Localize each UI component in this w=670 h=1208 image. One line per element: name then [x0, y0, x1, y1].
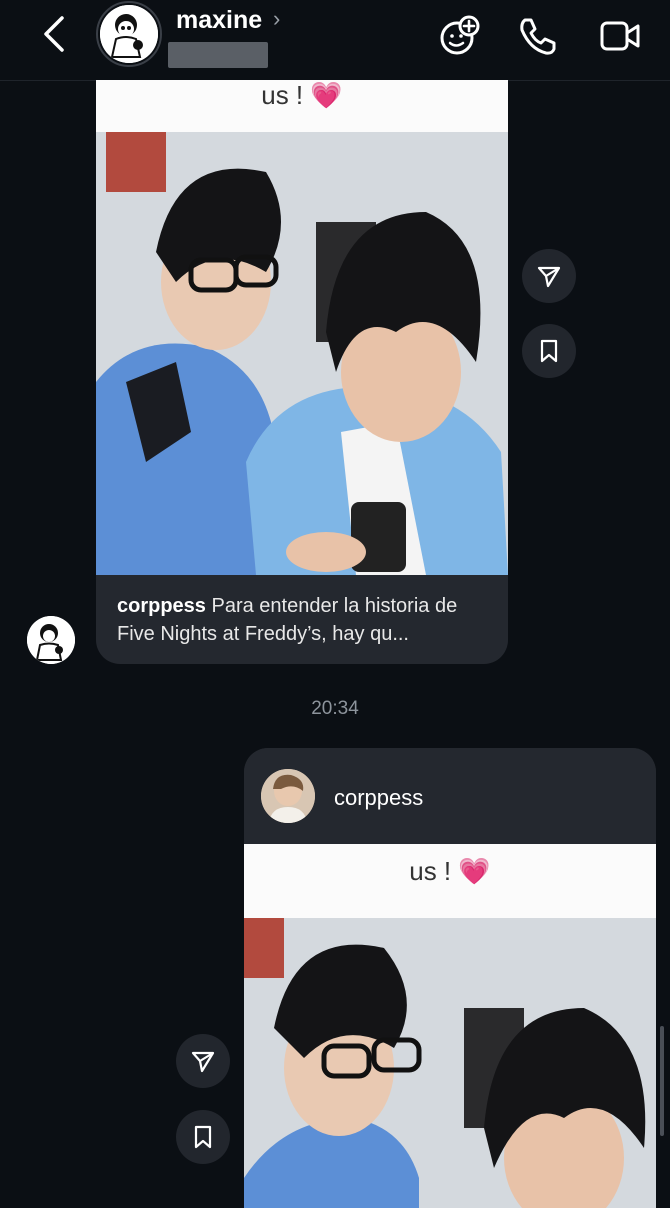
- post-image-caption: us ! 💗: [261, 80, 343, 110]
- video-call-button[interactable]: [598, 14, 642, 58]
- post-author[interactable]: corppess: [117, 595, 206, 617]
- voice-call-button[interactable]: [516, 14, 560, 58]
- chat-header: maxine ›: [0, 0, 670, 81]
- bookmark-icon: [194, 1125, 212, 1149]
- post-author[interactable]: corppess: [334, 785, 423, 811]
- post-header: corppess: [244, 748, 656, 844]
- bookmark-icon: [540, 339, 558, 363]
- contact-avatar[interactable]: [96, 1, 162, 67]
- effects-button[interactable]: [437, 14, 481, 58]
- back-button[interactable]: [38, 14, 72, 54]
- save-button[interactable]: [522, 324, 576, 378]
- save-button[interactable]: [176, 1110, 230, 1164]
- send-icon: [537, 266, 561, 288]
- video-camera-icon: [600, 21, 640, 51]
- post-image-caption: us ! 💗: [409, 856, 491, 886]
- shared-post-message[interactable]: us ! 💗 corppess Para entender la histori…: [96, 80, 508, 664]
- send-icon: [191, 1051, 215, 1073]
- share-button[interactable]: [522, 249, 576, 303]
- scrollbar[interactable]: [660, 1026, 664, 1136]
- phone-icon: [520, 18, 556, 55]
- author-avatar[interactable]: [261, 769, 315, 823]
- sender-avatar[interactable]: [27, 616, 75, 664]
- face-add-icon: [440, 15, 480, 55]
- post-caption-strip: us ! 💗: [96, 80, 508, 132]
- cartoon-avatar-image: [100, 5, 158, 63]
- contact-name[interactable]: maxine: [176, 6, 262, 35]
- share-button[interactable]: [176, 1034, 230, 1088]
- chevron-left-icon: [44, 16, 64, 52]
- post-photo[interactable]: [96, 132, 508, 575]
- post-caption-strip: us ! 💗: [244, 844, 656, 918]
- post-photo[interactable]: [244, 918, 656, 1208]
- shared-post-message[interactable]: corppess us ! 💗: [244, 748, 656, 1208]
- redacted-username: [168, 42, 268, 68]
- post-caption: corppess Para entender la historia de Fi…: [117, 592, 497, 648]
- chevron-right-icon: ›: [273, 6, 281, 31]
- time-divider: 20:34: [311, 698, 359, 719]
